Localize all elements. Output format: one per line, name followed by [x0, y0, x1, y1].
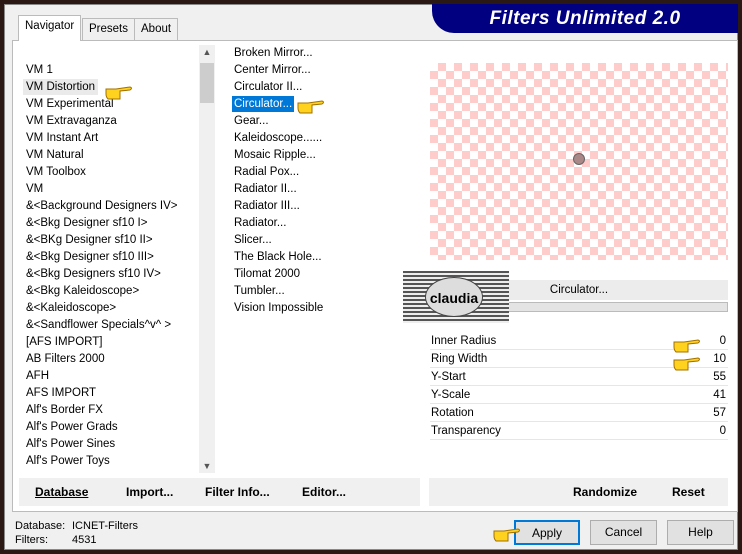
database-status: Database: ICNET-Filters — [15, 520, 138, 532]
filter-item[interactable]: Gear... — [234, 113, 269, 129]
category-item[interactable]: VM — [26, 181, 43, 197]
filter-item[interactable]: Tumbler... — [234, 283, 285, 299]
category-item[interactable]: [AFS IMPORT] — [26, 334, 102, 350]
database-label: Database: — [15, 520, 66, 532]
category-item[interactable]: AFH — [26, 368, 49, 384]
tab-presets[interactable]: Presets — [82, 18, 135, 41]
pointing-hand-icon — [105, 86, 132, 100]
filter-item[interactable]: Circulator... — [232, 96, 295, 112]
param-value: 57 — [713, 407, 726, 419]
filter-item[interactable]: Radiator... — [234, 215, 286, 231]
param-value: 0 — [719, 335, 726, 347]
filter-info-button[interactable]: Filter Info... — [205, 485, 270, 499]
filter-item[interactable]: Radiator II... — [234, 181, 297, 197]
reset-button[interactable]: Reset — [672, 485, 705, 499]
preview-area — [430, 63, 728, 260]
category-item[interactable]: &<Background Designers IV> — [26, 198, 178, 214]
param-slider[interactable]: Transparency 0 — [430, 423, 728, 440]
preview-object — [573, 153, 585, 165]
randomize-button[interactable]: Randomize — [573, 485, 637, 499]
watermark-text: claudia — [425, 277, 483, 317]
param-label: Transparency — [431, 425, 501, 437]
filter-item[interactable]: Vision Impossible — [234, 300, 323, 316]
filter-item[interactable]: Radial Pox... — [234, 164, 299, 180]
filters-status: Filters: 4531 — [15, 534, 96, 546]
filter-item[interactable]: Mosaic Ripple... — [234, 147, 316, 163]
filter-item[interactable]: Kaleidoscope...... — [234, 130, 322, 146]
category-item[interactable]: Alf's Power Toys — [26, 453, 110, 469]
filters-count: 4531 — [72, 534, 97, 546]
scroll-down-icon[interactable]: ▼ — [199, 461, 215, 471]
database-button[interactable]: Database — [35, 485, 88, 499]
import-button[interactable]: Import... — [126, 485, 173, 499]
category-item[interactable]: &<Kaleidoscope> — [26, 300, 116, 316]
param-value: 0 — [719, 425, 726, 437]
param-slider[interactable]: Y-Scale 41 — [430, 387, 728, 404]
filter-item[interactable]: Radiator III... — [234, 198, 300, 214]
category-item[interactable]: &<Bkg Designers sf10 IV> — [26, 266, 161, 282]
filter-item[interactable]: The Black Hole... — [234, 249, 322, 265]
pointing-hand-icon — [673, 357, 700, 371]
param-value: 55 — [713, 371, 726, 383]
watermark-logo: claudia — [403, 271, 509, 323]
category-item[interactable]: Alf's Border FX — [26, 402, 103, 418]
category-item[interactable]: VM Natural — [26, 147, 84, 163]
filter-item[interactable]: Broken Mirror... — [234, 45, 313, 61]
category-item[interactable]: Alf's Power Sines — [26, 436, 115, 452]
category-item[interactable]: VM Instant Art — [26, 130, 98, 146]
pointing-hand-icon — [297, 100, 324, 114]
category-item[interactable]: VM Experimental — [26, 96, 114, 112]
apply-button[interactable]: Apply — [514, 520, 580, 545]
param-label: Ring Width — [431, 353, 488, 365]
filters-label: Filters: — [15, 534, 48, 546]
filter-item[interactable]: Slicer... — [234, 232, 272, 248]
cancel-button[interactable]: Cancel — [590, 520, 657, 545]
filter-item[interactable]: Tilomat 2000 — [234, 266, 300, 282]
category-item[interactable]: AFS IMPORT — [26, 385, 96, 401]
category-item[interactable]: VM Extravaganza — [26, 113, 117, 129]
help-button[interactable]: Help — [667, 520, 734, 545]
param-label: Y-Start — [431, 371, 466, 383]
pointing-hand-icon — [673, 339, 700, 353]
param-label: Inner Radius — [431, 335, 497, 347]
param-value: 10 — [713, 353, 726, 365]
category-item[interactable]: &<BKg Designer sf10 II> — [26, 232, 153, 248]
category-item[interactable]: VM 1 — [26, 62, 53, 78]
category-item[interactable]: &<Sandflower Specials^v^ > — [26, 317, 171, 333]
filter-item[interactable]: Center Mirror... — [234, 62, 311, 78]
scroll-up-icon[interactable]: ▲ — [199, 47, 215, 57]
filter-item[interactable]: Circulator II... — [234, 79, 302, 95]
category-item[interactable]: AB Filters 2000 — [26, 351, 105, 367]
param-slider[interactable]: Rotation 57 — [430, 405, 728, 422]
category-item[interactable]: Alf's Power Grads — [26, 419, 118, 435]
tab-navigator[interactable]: Navigator — [18, 15, 82, 41]
pointing-hand-icon — [493, 528, 520, 542]
category-item[interactable]: &<Bkg Kaleidoscope> — [26, 283, 139, 299]
category-scrollbar[interactable]: ▲ ▼ — [199, 45, 215, 473]
category-item[interactable]: VM Toolbox — [26, 164, 86, 180]
category-item[interactable]: &<Bkg Designer sf10 I> — [26, 215, 147, 231]
category-item[interactable]: VM Distortion — [23, 79, 99, 95]
app-title-banner: Filters Unlimited 2.0 — [432, 4, 738, 33]
category-item[interactable]: &<Bkg Designer sf10 III> — [26, 249, 154, 265]
scroll-thumb[interactable] — [200, 63, 214, 103]
param-value: 41 — [713, 389, 726, 401]
param-label: Rotation — [431, 407, 474, 419]
category-list[interactable]: VM 1 VM Distortion VM Experimental VM Extra… — [20, 45, 200, 473]
param-label: Y-Scale — [431, 389, 471, 401]
database-value: ICNET-Filters — [72, 520, 138, 532]
editor-button[interactable]: Editor... — [302, 485, 346, 499]
tab-about[interactable]: About — [134, 18, 179, 41]
